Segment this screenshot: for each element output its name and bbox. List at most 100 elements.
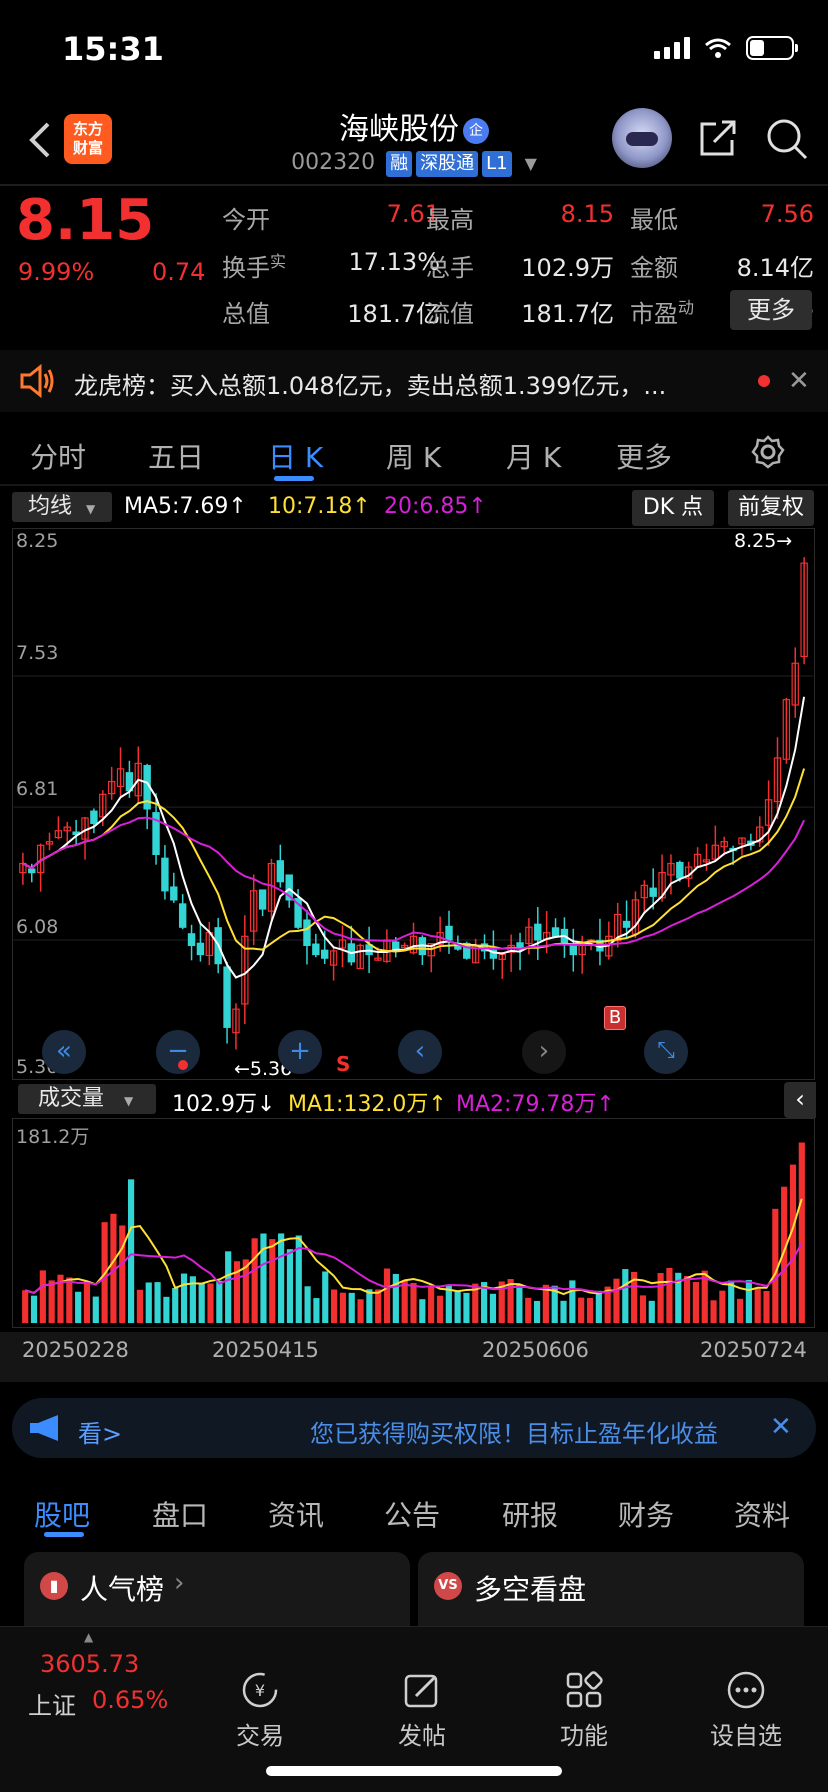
divider — [0, 184, 828, 186]
volume-bar — [728, 1280, 735, 1324]
volume-bar — [463, 1292, 470, 1324]
zoom-in-button[interactable]: + — [278, 1030, 322, 1074]
candle-down — [187, 933, 196, 947]
stat-value: 7.56 — [760, 200, 814, 228]
volume-bar — [745, 1280, 752, 1324]
tab-weekly-k[interactable]: 周 K — [386, 436, 441, 476]
tab-research[interactable]: 研报 — [502, 1494, 558, 1534]
volume-bar — [180, 1273, 188, 1324]
tab-profile[interactable]: 资料 — [734, 1494, 790, 1534]
volume-bar — [119, 1225, 126, 1324]
promo-link[interactable]: 看> — [78, 1414, 122, 1449]
volume-bar — [719, 1290, 726, 1324]
close-icon[interactable]: ✕ — [788, 366, 810, 396]
enterprise-badge: 企 — [463, 118, 489, 144]
tabbar-trade[interactable]: ¥ 交易 — [210, 1670, 310, 1751]
index-value[interactable]: 3605.73 — [40, 1650, 139, 1678]
volume-bar — [516, 1284, 523, 1324]
stat-label: 今开 — [222, 206, 270, 234]
share-icon[interactable] — [696, 116, 740, 160]
sell-marker[interactable]: S — [336, 1052, 350, 1076]
trade-icon: ¥ — [242, 1672, 278, 1708]
more-button[interactable]: 更多 — [730, 290, 812, 330]
scroll-right-button[interactable]: › — [522, 1030, 566, 1074]
speaker-icon — [20, 364, 54, 398]
stat-label: 金额 — [630, 254, 678, 282]
megaphone-icon — [30, 1415, 58, 1441]
index-name[interactable]: 上证 — [28, 1686, 76, 1721]
search-icon[interactable] — [764, 116, 810, 162]
kline-chart[interactable] — [12, 528, 815, 1080]
candle-down — [312, 943, 320, 956]
volume-bar — [286, 1249, 294, 1324]
tab-daily-k[interactable]: 日 K — [268, 436, 323, 476]
fullscreen-button[interactable]: ⤡ — [644, 1030, 688, 1074]
candle-down — [321, 949, 329, 959]
stat-label: 最高 — [426, 206, 474, 234]
buy-marker[interactable]: B — [604, 1006, 626, 1030]
candle-down — [534, 923, 542, 941]
close-icon[interactable]: ✕ — [770, 1412, 792, 1442]
volume-bar — [392, 1273, 399, 1324]
tab-news[interactable]: 资讯 — [268, 1494, 324, 1534]
tab-finance[interactable]: 财务 — [618, 1494, 674, 1534]
ma20-value: 20:6.85↑ — [384, 494, 487, 519]
scroll-left-button[interactable]: ‹ — [398, 1030, 442, 1074]
edit-icon — [404, 1674, 438, 1708]
tab-monthly-k[interactable]: 月 K — [506, 436, 561, 476]
grid-icon — [566, 1671, 603, 1708]
volume-bar — [454, 1290, 461, 1324]
volume-bar — [322, 1271, 329, 1324]
active-tab-indicator — [274, 476, 314, 481]
tab-announcement[interactable]: 公告 — [384, 1494, 440, 1534]
popularity-card[interactable]: ▮ 人气榜 › — [24, 1552, 410, 1628]
candle-down — [622, 920, 631, 928]
tab-more[interactable]: 更多 — [616, 436, 672, 476]
date-label-2: 20250415 — [212, 1338, 319, 1362]
volume-bar — [657, 1273, 664, 1324]
volume-bar — [83, 1281, 91, 1324]
tab-five-day[interactable]: 五日 — [148, 436, 204, 476]
signal-icon — [654, 37, 690, 59]
volume-bar — [251, 1238, 258, 1324]
scroll-left-fast-button[interactable]: « — [42, 1030, 86, 1074]
volume-bar — [339, 1292, 346, 1324]
collapse-button[interactable]: ‹ — [784, 1082, 816, 1118]
dk-point-button[interactable]: DK 点 — [632, 490, 714, 526]
volume-bar — [533, 1300, 541, 1324]
volume-bar — [260, 1233, 267, 1324]
stat-label: 总手 — [426, 254, 474, 282]
vs-icon: VS — [434, 1572, 462, 1600]
volume-bar — [763, 1291, 770, 1324]
tabbar-watchlist[interactable]: 设自选 — [696, 1670, 796, 1751]
volume-bar — [225, 1251, 232, 1324]
volume-select[interactable]: 成交量 ▼ — [18, 1084, 156, 1114]
adjust-button[interactable]: 前复权 — [728, 490, 814, 526]
tabbar-functions[interactable]: 功能 — [534, 1670, 634, 1751]
promo-text[interactable]: 您已获得购买权限！目标止盈年化收益 — [310, 1414, 750, 1449]
tab-forum[interactable]: 股吧 — [34, 1494, 90, 1534]
volume-bar — [198, 1283, 205, 1324]
volume-bar — [330, 1289, 338, 1324]
popularity-icon: ▮ — [40, 1572, 68, 1600]
volume-bar — [586, 1298, 594, 1324]
index-percent[interactable]: 0.65% — [92, 1686, 168, 1714]
volume-bar — [710, 1300, 717, 1324]
y-label-2: 7.53 — [16, 642, 59, 664]
volume-bar — [145, 1282, 152, 1324]
volume-chart[interactable] — [12, 1118, 815, 1328]
candle-down — [445, 925, 453, 941]
stat-label: 最低 — [630, 206, 678, 234]
assistant-avatar[interactable] — [612, 108, 672, 168]
volume-bar — [22, 1290, 29, 1324]
settings-icon[interactable] — [750, 434, 786, 470]
tab-intraday[interactable]: 分时 — [30, 436, 86, 476]
bull-bear-card[interactable]: VS 多空看盘 — [418, 1552, 804, 1628]
candle-down — [28, 868, 36, 874]
candle-down — [178, 903, 187, 928]
indicator-select[interactable]: 均线 ▼ — [12, 492, 112, 522]
tabbar-post[interactable]: 发帖 — [372, 1670, 472, 1751]
tab-orderbook[interactable]: 盘口 — [152, 1494, 208, 1534]
volume-bar — [375, 1289, 382, 1324]
volume-bar — [75, 1291, 82, 1324]
